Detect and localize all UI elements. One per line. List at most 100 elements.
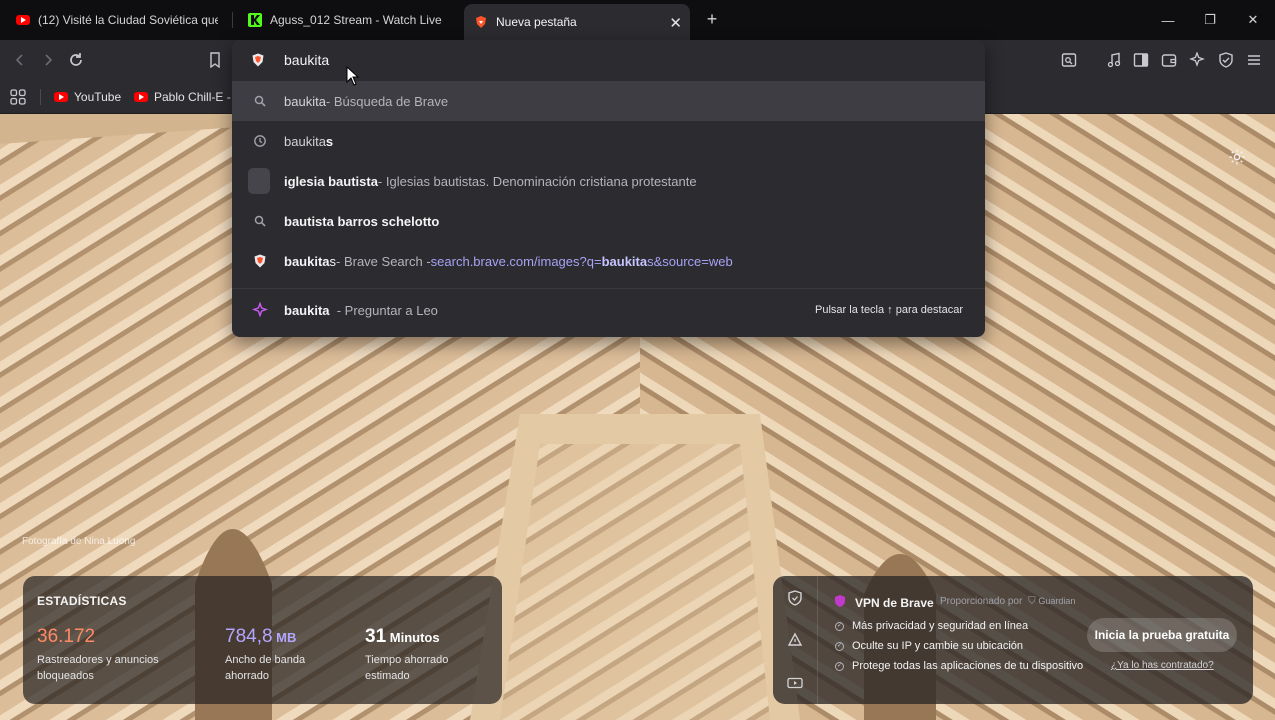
suggestion-query: baukita	[284, 302, 330, 318]
bookmark-label: YouTube	[74, 90, 122, 104]
check-circle-icon: ✓	[835, 621, 844, 631]
close-tab-icon[interactable]: ✕	[669, 14, 682, 32]
reader-mode-icon[interactable]	[1059, 50, 1079, 70]
vpn-provider: Guardian	[1038, 596, 1076, 606]
stat-desc-line1: Ancho de banda	[225, 654, 306, 666]
video-icon[interactable]	[786, 674, 804, 692]
omnibox-divider	[232, 288, 985, 289]
suggestion-detail: - Preguntar a Leo	[329, 302, 438, 318]
new-tab-button[interactable]: +	[702, 9, 722, 29]
shield-icon[interactable]	[786, 589, 804, 607]
close-window-button[interactable]: ✕	[1243, 10, 1263, 30]
suggestion-query: bautista barros schelotto	[284, 213, 440, 229]
omnibox-suggestion[interactable]: bautista barros schelotto	[232, 201, 985, 241]
brave-shield-icon[interactable]	[250, 52, 266, 71]
suggestion-detail: - Búsqueda de Brave	[325, 93, 449, 109]
vpn-feature-text: Protege todas las aplicaciones de tu dis…	[852, 660, 1084, 672]
vpn-title-text: VPN de Brave	[855, 595, 934, 610]
youtube-icon	[134, 92, 148, 102]
suggestion-detail: - Iglesias bautistas. Denominación crist…	[377, 173, 697, 189]
triangle-icon[interactable]	[786, 631, 804, 649]
stats-card: ESTADÍSTICAS 36.172 Rastreadores y anunc…	[23, 576, 502, 704]
start-trial-button[interactable]: Inicia la prueba gratuita	[1087, 618, 1237, 652]
leo-ai-icon[interactable]	[1187, 50, 1207, 70]
sidebar-icon[interactable]	[1131, 50, 1151, 70]
stat-value: 784,8	[225, 626, 273, 647]
tab-kick[interactable]: Aguss_012 Stream - Watch Live on Ki	[238, 6, 454, 34]
bookmark-label: Pablo Chill-E - D	[154, 90, 243, 104]
tab-separator	[232, 12, 233, 28]
photo-credit[interactable]: Fotografía de Nina Luong	[22, 536, 135, 547]
omnibox-suggestion[interactable]: baukita s	[232, 121, 985, 161]
youtube-icon	[16, 13, 30, 27]
leo-icon	[250, 300, 270, 320]
music-icon[interactable]	[1104, 50, 1124, 70]
address-bar[interactable]: baukita	[232, 40, 985, 80]
suggestion-url-prefix: search.brave.com/images?q=	[430, 253, 602, 269]
maximize-button[interactable]: ❐	[1200, 10, 1220, 30]
check-circle-icon: ✓	[835, 661, 844, 671]
search-icon	[250, 91, 270, 111]
stat-desc-line1: Tiempo ahorrado	[365, 654, 449, 666]
mouse-cursor-icon	[346, 65, 360, 86]
vpn-shield-icon[interactable]	[1216, 50, 1236, 70]
bookmark-youtube[interactable]: YouTube	[54, 88, 121, 106]
suggestion-url-suffix: s&source=web	[647, 253, 733, 269]
bookmark-icon[interactable]	[205, 50, 225, 70]
omnibox-suggestion[interactable]: iglesia bautista - Iglesias bautistas. D…	[232, 161, 985, 201]
stat-desc-line2: estimado	[365, 670, 410, 682]
vpn-feature: ✓ Más privacidad y seguridad en línea	[835, 620, 1028, 632]
back-icon[interactable]	[10, 50, 30, 70]
stats-title: ESTADÍSTICAS	[37, 594, 127, 608]
tab-title: Aguss_012 Stream - Watch Live on Ki	[270, 13, 444, 27]
suggestion-query: baukita	[284, 133, 326, 149]
youtube-icon	[54, 92, 68, 102]
suggestion-query: baukita	[284, 93, 326, 109]
brave-lion-icon	[250, 251, 270, 271]
address-input-value: baukita	[284, 52, 330, 68]
vpn-feature-text: Oculte su IP y cambie su ubicación	[852, 640, 1023, 652]
widget-switcher	[773, 576, 818, 704]
bookmark-pablo-chill-e[interactable]: Pablo Chill-E - D	[134, 88, 243, 106]
stat-desc-line2: bloqueados	[37, 670, 94, 682]
stat-bandwidth: 784,8 MB Ancho de banda ahorrado	[225, 626, 305, 684]
stat-trackers: 36.172 Rastreadores y anuncios bloqueados	[37, 626, 159, 684]
forward-icon[interactable]	[38, 50, 58, 70]
suggestion-completion: s	[325, 133, 334, 149]
entity-thumbnail	[248, 168, 270, 194]
tab-title: Nueva pestaña	[496, 15, 577, 29]
menu-icon[interactable]	[1244, 50, 1264, 70]
apps-grid-icon[interactable]	[8, 87, 28, 107]
tab-new-tab[interactable]: Nueva pestaña ✕	[464, 4, 690, 40]
stat-time-saved: 31 Minutos Tiempo ahorrado estimado	[365, 626, 448, 684]
keyboard-hint: Pulsar la tecla ↑ para destacar	[815, 304, 963, 316]
vpn-logo-icon	[833, 594, 847, 611]
gear-icon[interactable]	[1228, 148, 1246, 166]
omnibox-suggestion[interactable]: baukita s - Brave Search - search.brave.c…	[232, 241, 985, 281]
wallet-icon[interactable]	[1159, 50, 1179, 70]
suggestion-url: search.brave.com/images?q=baukitas&sourc…	[431, 254, 733, 269]
minimize-button[interactable]: —	[1158, 10, 1178, 30]
stat-value: 31	[365, 626, 387, 647]
vpn-card: VPN de Brave Proporcionado por ⛉ Guardia…	[773, 576, 1253, 704]
reload-icon[interactable]	[66, 50, 86, 70]
suggestion-query: baukita	[284, 253, 330, 269]
guardian-logo-icon: ⛉	[1028, 596, 1036, 607]
vpn-provided-by: Proporcionado por ⛉ Guardian	[940, 596, 1075, 607]
omnibox-dropdown: baukita baukita - Búsqueda de Brave bauk…	[232, 40, 985, 337]
kick-icon	[248, 13, 262, 27]
omnibox-suggestion[interactable]: baukita - Búsqueda de Brave	[232, 81, 985, 121]
stat-desc-line1: Rastreadores y anuncios	[37, 654, 159, 666]
tab-strip: (12) Visité la Ciudad Soviética que fu A…	[0, 0, 1275, 40]
suggestion-detail: - Brave Search -	[336, 253, 431, 269]
vpn-title: VPN de Brave	[833, 594, 934, 611]
vpn-feature-text: Más privacidad y seguridad en línea	[852, 620, 1029, 632]
history-icon	[250, 131, 270, 151]
stat-value: 36.172	[37, 626, 96, 647]
search-icon	[250, 211, 270, 231]
brave-lion-icon	[474, 15, 488, 29]
check-circle-icon: ✓	[835, 641, 844, 651]
tab-youtube[interactable]: (12) Visité la Ciudad Soviética que fu	[6, 6, 228, 34]
vpn-feature: ✓ Oculte su IP y cambie su ubicación	[835, 640, 1023, 652]
already-subscribed-link[interactable]: ¿Ya lo has contratado?	[1111, 660, 1214, 671]
